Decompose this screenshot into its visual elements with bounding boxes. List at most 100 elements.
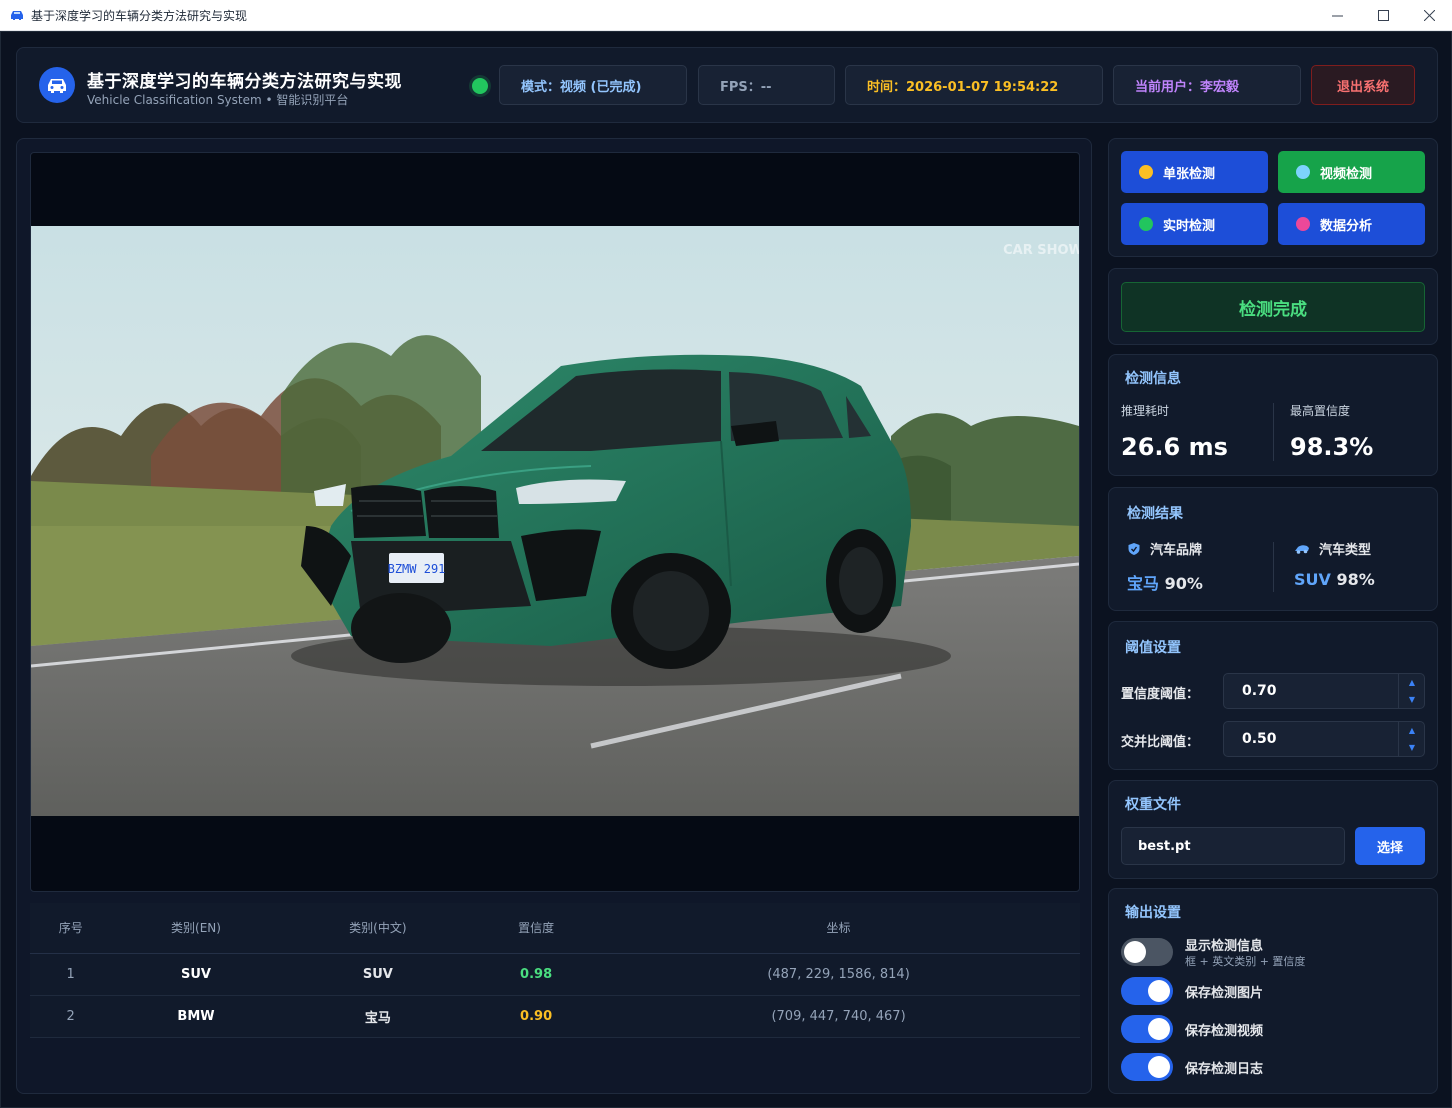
row-class-cn: SUV — [280, 953, 476, 996]
mode-status: 模式：视频 (已完成) — [499, 65, 687, 105]
row-class-en: SUV — [111, 953, 281, 996]
output-title: 输出设置 — [1125, 905, 1181, 921]
weights-file-field[interactable]: best.pt — [1121, 827, 1345, 865]
inference-time-value: 26.6 ms — [1121, 433, 1228, 461]
video-display: BZMW 291 CAR SHOW — [30, 152, 1080, 892]
iou-threshold-spinbox[interactable]: 0.50 ▲ ▼ — [1223, 721, 1425, 757]
confidence-threshold-value: 0.70 — [1242, 683, 1277, 699]
save-log-label: 保存检测日志 — [1185, 1062, 1264, 1077]
dot-icon — [1139, 217, 1153, 231]
car-app-icon — [9, 8, 25, 22]
mode-card: 单张检测 视频检测 实时检测 数据分析 — [1108, 138, 1438, 257]
realtime-detect-button[interactable]: 实时检测 — [1121, 203, 1268, 245]
save-video-toggle[interactable] — [1121, 1015, 1173, 1043]
detection-status-card: 检测完成 — [1108, 268, 1438, 345]
row-confidence: 0.90 — [475, 995, 598, 1038]
video-watermark: CAR SHOW — [1003, 243, 1079, 258]
type-label: 汽车类型 — [1319, 543, 1372, 558]
result-title: 检测结果 — [1127, 506, 1183, 522]
divider — [1273, 403, 1274, 461]
maximize-button[interactable] — [1360, 0, 1406, 31]
car-logo-icon — [39, 67, 75, 103]
row-confidence: 0.98 — [475, 953, 598, 996]
brand-label: 汽车品牌 — [1150, 543, 1203, 558]
show-info-label: 显示检测信息 — [1185, 939, 1264, 954]
mode-label: 数据分析 — [1320, 218, 1373, 234]
maximize-icon — [1377, 10, 1389, 21]
output-settings-card: 输出设置 显示检测信息 框 + 英文类别 + 置信度 保存检测图片 保存检测视频… — [1108, 888, 1438, 1094]
choose-weights-button[interactable]: 选择 — [1355, 827, 1425, 865]
dot-icon — [1296, 165, 1310, 179]
shield-icon — [1128, 542, 1140, 555]
row-class-cn: 宝马 — [280, 995, 476, 1038]
close-button[interactable] — [1406, 0, 1452, 31]
dot-icon — [1139, 165, 1153, 179]
save-video-label: 保存检测视频 — [1185, 1024, 1264, 1039]
detection-status: 检测完成 — [1121, 282, 1425, 332]
header-class-en: 类别(EN) — [111, 903, 281, 954]
type-value: SUV — [1294, 570, 1331, 589]
app-subtitle: Vehicle Classification System • 智能识别平台 — [87, 93, 349, 107]
logout-button[interactable]: 退出系统 — [1311, 65, 1415, 105]
app-window: 基于深度学习的车辆分类方法研究与实现 Vehicle Classificatio… — [0, 31, 1452, 1108]
table-row[interactable]: 2 BMW 宝马 0.90 (709, 447, 740, 467) — [30, 995, 1080, 1038]
threshold-title: 阈值设置 — [1125, 640, 1181, 656]
current-user: 当前用户：李宏毅 — [1113, 65, 1301, 105]
mode-label: 单张检测 — [1163, 166, 1216, 182]
mode-label: 实时检测 — [1163, 218, 1216, 234]
brand-header: 汽车品牌 — [1127, 539, 1202, 558]
minimize-button[interactable] — [1314, 0, 1360, 31]
row-coordinates: (487, 229, 1586, 814) — [597, 953, 1080, 996]
confidence-threshold-label: 置信度阈值： — [1121, 687, 1200, 702]
app-header: 基于深度学习的车辆分类方法研究与实现 Vehicle Classificatio… — [16, 47, 1438, 123]
weights-title: 权重文件 — [1125, 797, 1181, 813]
show-info-sublabel: 框 + 英文类别 + 置信度 — [1185, 955, 1306, 968]
header-index: 序号 — [30, 903, 112, 954]
table-header-row: 序号 类别(EN) 类别(中文) 置信度 坐标 — [30, 903, 1080, 954]
video-detect-button[interactable]: 视频检测 — [1278, 151, 1425, 193]
window-title-bar: 基于深度学习的车辆分类方法研究与实现 — [0, 0, 1452, 31]
header-class-cn: 类别(中文) — [280, 903, 476, 954]
header-coordinates: 坐标 — [597, 903, 1080, 954]
detection-result-card: 检测结果 汽车品牌 宝马 90% 汽车类型 SUV 98% — [1108, 487, 1438, 611]
confidence-threshold-spinbox[interactable]: 0.70 ▲ ▼ — [1223, 673, 1425, 709]
app-title: 基于深度学习的车辆分类方法研究与实现 — [87, 72, 402, 92]
iou-threshold-label: 交并比阈值： — [1121, 735, 1200, 750]
type-result: SUV 98% — [1294, 570, 1375, 589]
show-info-toggle[interactable] — [1121, 938, 1173, 966]
header-confidence: 置信度 — [475, 903, 598, 954]
row-index: 1 — [30, 953, 112, 996]
increment-button[interactable]: ▲ — [1399, 722, 1425, 739]
brand-result: 宝马 90% — [1127, 570, 1203, 594]
row-class-en: BMW — [111, 995, 281, 1038]
table-row[interactable]: 1 SUV SUV 0.98 (487, 229, 1586, 814) — [30, 953, 1080, 996]
save-log-toggle[interactable] — [1121, 1053, 1173, 1081]
window-title: 基于深度学习的车辆分类方法研究与实现 — [31, 8, 248, 23]
main-panel: BZMW 291 CAR SHOW 序号 类别(EN) 类别(中文) 置信度 坐… — [16, 138, 1092, 1094]
status-indicator — [472, 78, 488, 94]
save-image-label: 保存检测图片 — [1185, 986, 1264, 1001]
info-title: 检测信息 — [1125, 371, 1181, 387]
license-plate-text: BZMW 291 — [388, 562, 446, 576]
mode-label: 视频检测 — [1320, 166, 1373, 182]
results-table: 序号 类别(EN) 类别(中文) 置信度 坐标 1 SUV SUV 0.98 (… — [30, 903, 1080, 1038]
brand-percent: 90% — [1164, 574, 1203, 593]
save-image-toggle[interactable] — [1121, 977, 1173, 1005]
car-icon — [1295, 544, 1309, 554]
iou-threshold-value: 0.50 — [1242, 731, 1277, 747]
weights-card: 权重文件 best.pt 选择 — [1108, 780, 1438, 879]
threshold-card: 阈值设置 置信度阈值： 0.70 ▲ ▼ 交并比阈值： 0.50 ▲ ▼ — [1108, 621, 1438, 770]
data-analysis-button[interactable]: 数据分析 — [1278, 203, 1425, 245]
type-header: 汽车类型 — [1294, 539, 1371, 558]
decrement-button[interactable]: ▼ — [1399, 691, 1425, 708]
row-index: 2 — [30, 995, 112, 1038]
increment-button[interactable]: ▲ — [1399, 674, 1425, 691]
minimize-icon — [1331, 15, 1343, 17]
dot-icon — [1296, 217, 1310, 231]
decrement-button[interactable]: ▼ — [1399, 739, 1425, 756]
single-image-detect-button[interactable]: 单张检测 — [1121, 151, 1268, 193]
type-percent: 98% — [1336, 570, 1375, 589]
inference-time-label: 推理耗时 — [1121, 404, 1170, 418]
max-confidence-label: 最高置信度 — [1290, 404, 1351, 418]
brand-value: 宝马 — [1127, 574, 1160, 593]
